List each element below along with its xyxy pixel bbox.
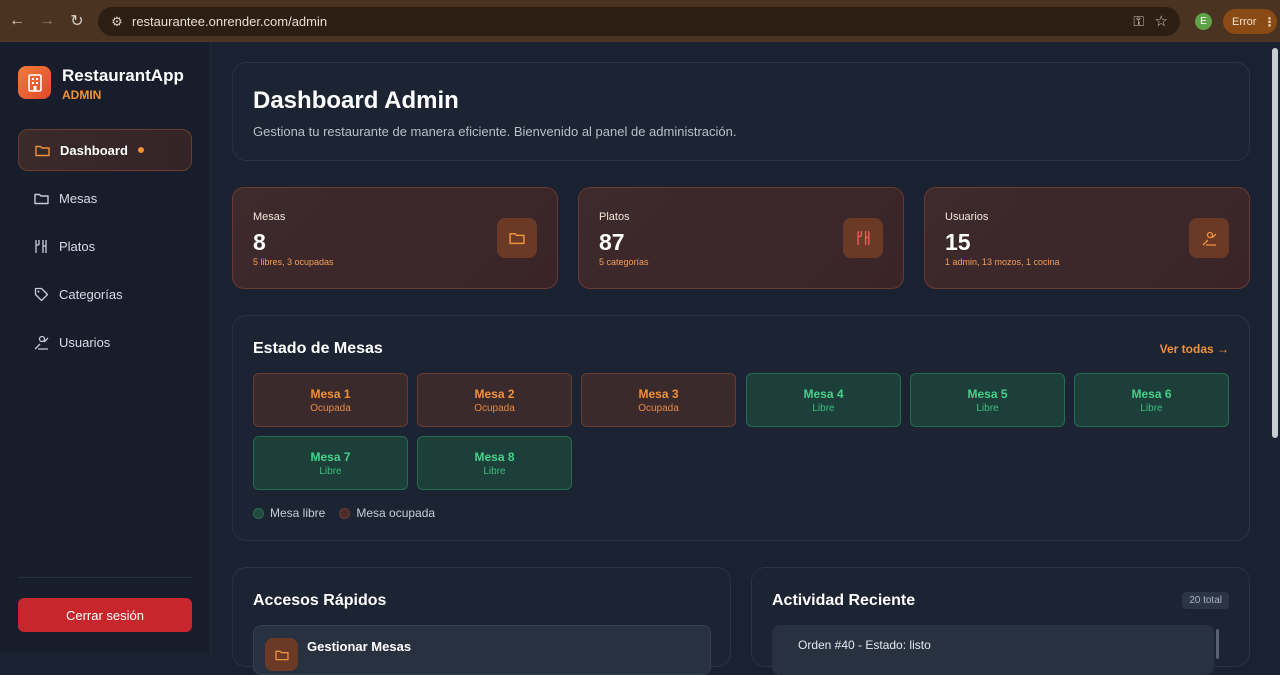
users-icon	[1189, 218, 1229, 258]
sidebar-item-label: Usuarios	[59, 334, 111, 350]
table-status: Libre	[976, 402, 999, 414]
table-status: Libre	[1140, 402, 1163, 414]
browser-toolbar: ← → ↻ ⚙ restaurantee.onrender.com/admin …	[0, 0, 1280, 42]
bookmark-star-icon[interactable]: ☆	[1155, 12, 1168, 30]
back-icon[interactable]: ←	[2, 6, 32, 36]
stat-detail: 5 categorías	[599, 257, 649, 267]
see-all-link[interactable]: Ver todas →	[1160, 342, 1229, 356]
section-title: Actividad Reciente	[772, 592, 916, 609]
sidebar-item-platos[interactable]: Platos	[18, 225, 192, 267]
tag-icon	[33, 286, 49, 302]
recent-activity-card: Actividad Reciente 20 total Orden #40 - …	[751, 567, 1250, 675]
table-status: Libre	[812, 402, 835, 414]
folder-icon	[34, 142, 50, 158]
header-card: Dashboard Admin Gestiona tu restaurante …	[232, 62, 1250, 161]
stat-detail: 5 libres, 3 ocupadas	[253, 257, 334, 267]
legend-free-label: Mesa libre	[270, 506, 326, 520]
brand-role: ADMIN	[62, 88, 102, 102]
stat-detail: 1 admin, 13 mozos, 1 cocina	[945, 257, 1060, 267]
sidebar-item-label: Platos	[59, 238, 96, 254]
stat-label: Usuarios	[945, 211, 989, 223]
table-tile-7[interactable]: Mesa 7 Libre	[253, 436, 408, 490]
forward-icon[interactable]: →	[32, 6, 62, 36]
tables-legend: Mesa libre Mesa ocupada	[253, 506, 435, 520]
error-button[interactable]: Error ⋮	[1223, 9, 1277, 34]
activity-item[interactable]: Orden #40 - Estado: listo	[772, 625, 1214, 675]
stat-label: Mesas	[253, 211, 286, 223]
table-name: Mesa 4	[803, 386, 844, 401]
table-status: Ocupada	[474, 402, 515, 414]
table-status: Libre	[319, 465, 342, 477]
table-tile-2[interactable]: Mesa 2 Ocupada	[417, 373, 572, 427]
utensils-icon	[843, 218, 883, 258]
folder-icon	[265, 638, 298, 671]
legend-busy-swatch	[339, 507, 351, 519]
page-subtitle: Gestiona tu restaurante de manera eficie…	[253, 124, 737, 139]
menu-dots-icon: ⋮	[1263, 14, 1276, 29]
utensils-icon	[33, 238, 49, 254]
table-name: Mesa 1	[310, 386, 351, 401]
table-name: Mesa 6	[1131, 386, 1172, 401]
table-status: Ocupada	[638, 402, 679, 414]
section-title: Estado de Mesas	[253, 340, 383, 357]
stat-value: 8	[253, 229, 266, 255]
stat-card-usuarios: Usuarios 15 1 admin, 13 mozos, 1 cocina	[924, 187, 1250, 289]
table-tile-8[interactable]: Mesa 8 Libre	[417, 436, 572, 490]
site-settings-icon[interactable]: ⚙	[104, 14, 130, 30]
url-text[interactable]: restaurantee.onrender.com/admin	[132, 14, 327, 29]
sidebar-item-mesas[interactable]: Mesas	[18, 177, 192, 219]
table-status: Ocupada	[310, 402, 351, 414]
sidebar-item-categorias[interactable]: Categorías	[18, 273, 192, 315]
stat-value: 87	[599, 229, 625, 255]
table-name: Mesa 3	[638, 386, 679, 401]
password-key-icon[interactable]: ⚿	[1133, 13, 1144, 30]
profile-avatar[interactable]: E	[1195, 13, 1212, 30]
table-name: Mesa 5	[967, 386, 1008, 401]
sidebar-item-label: Mesas	[59, 190, 98, 206]
folder-icon	[497, 218, 537, 258]
activity-scrollbar[interactable]	[1216, 629, 1219, 659]
activity-count-badge: 20 total	[1182, 592, 1229, 609]
legend-free-swatch	[253, 507, 264, 519]
folder-icon	[33, 190, 49, 206]
legend-busy-label: Mesa ocupada	[356, 506, 436, 520]
error-label: Error	[1232, 15, 1257, 28]
sidebar: RestaurantApp ADMIN Dashboard Mesas Plat…	[0, 42, 211, 652]
table-status: Libre	[483, 465, 506, 477]
main-content: Dashboard Admin Gestiona tu restaurante …	[212, 42, 1270, 675]
table-tile-3[interactable]: Mesa 3 Ocupada	[581, 373, 736, 427]
table-name: Mesa 7	[310, 449, 351, 464]
users-icon	[33, 334, 49, 350]
table-tile-5[interactable]: Mesa 5 Libre	[910, 373, 1065, 427]
tables-status-card: Estado de Mesas Ver todas → Mesa 1 Ocupa…	[232, 315, 1250, 541]
reload-icon[interactable]: ↻	[62, 6, 92, 36]
stat-card-platos: Platos 87 5 categorías	[578, 187, 904, 289]
page-title: Dashboard Admin	[253, 87, 459, 114]
sidebar-item-label: Categorías	[59, 286, 123, 302]
stat-label: Platos	[599, 211, 630, 223]
active-indicator	[137, 147, 144, 153]
sidebar-divider	[18, 577, 192, 578]
address-bar[interactable]: ⚙ restaurantee.onrender.com/admin ⚿ ☆	[98, 7, 1180, 36]
quick-access-item[interactable]: Gestionar Mesas	[253, 625, 711, 675]
stat-value: 15	[945, 229, 971, 255]
sidebar-item-label: Dashboard	[60, 142, 128, 158]
building-icon	[18, 66, 51, 99]
stat-card-mesas: Mesas 8 5 libres, 3 ocupadas	[232, 187, 558, 289]
sidebar-item-usuarios[interactable]: Usuarios	[18, 321, 192, 363]
quick-access-card: Accesos Rápidos Gestionar Mesas	[232, 567, 731, 675]
table-name: Mesa 2	[474, 386, 515, 401]
activity-text: Orden #40 - Estado: listo	[798, 638, 931, 652]
section-title: Accesos Rápidos	[253, 592, 387, 609]
sidebar-item-dashboard[interactable]: Dashboard	[18, 129, 192, 171]
page-scrollbar[interactable]	[1270, 42, 1280, 652]
table-tile-6[interactable]: Mesa 6 Libre	[1074, 373, 1229, 427]
table-name: Mesa 8	[474, 449, 515, 464]
table-tile-1[interactable]: Mesa 1 Ocupada	[253, 373, 408, 427]
brand-title: RestaurantApp	[62, 66, 184, 85]
table-tile-4[interactable]: Mesa 4 Libre	[746, 373, 901, 427]
scrollbar-thumb[interactable]	[1272, 48, 1278, 438]
logout-button[interactable]: Cerrar sesión	[18, 598, 192, 632]
